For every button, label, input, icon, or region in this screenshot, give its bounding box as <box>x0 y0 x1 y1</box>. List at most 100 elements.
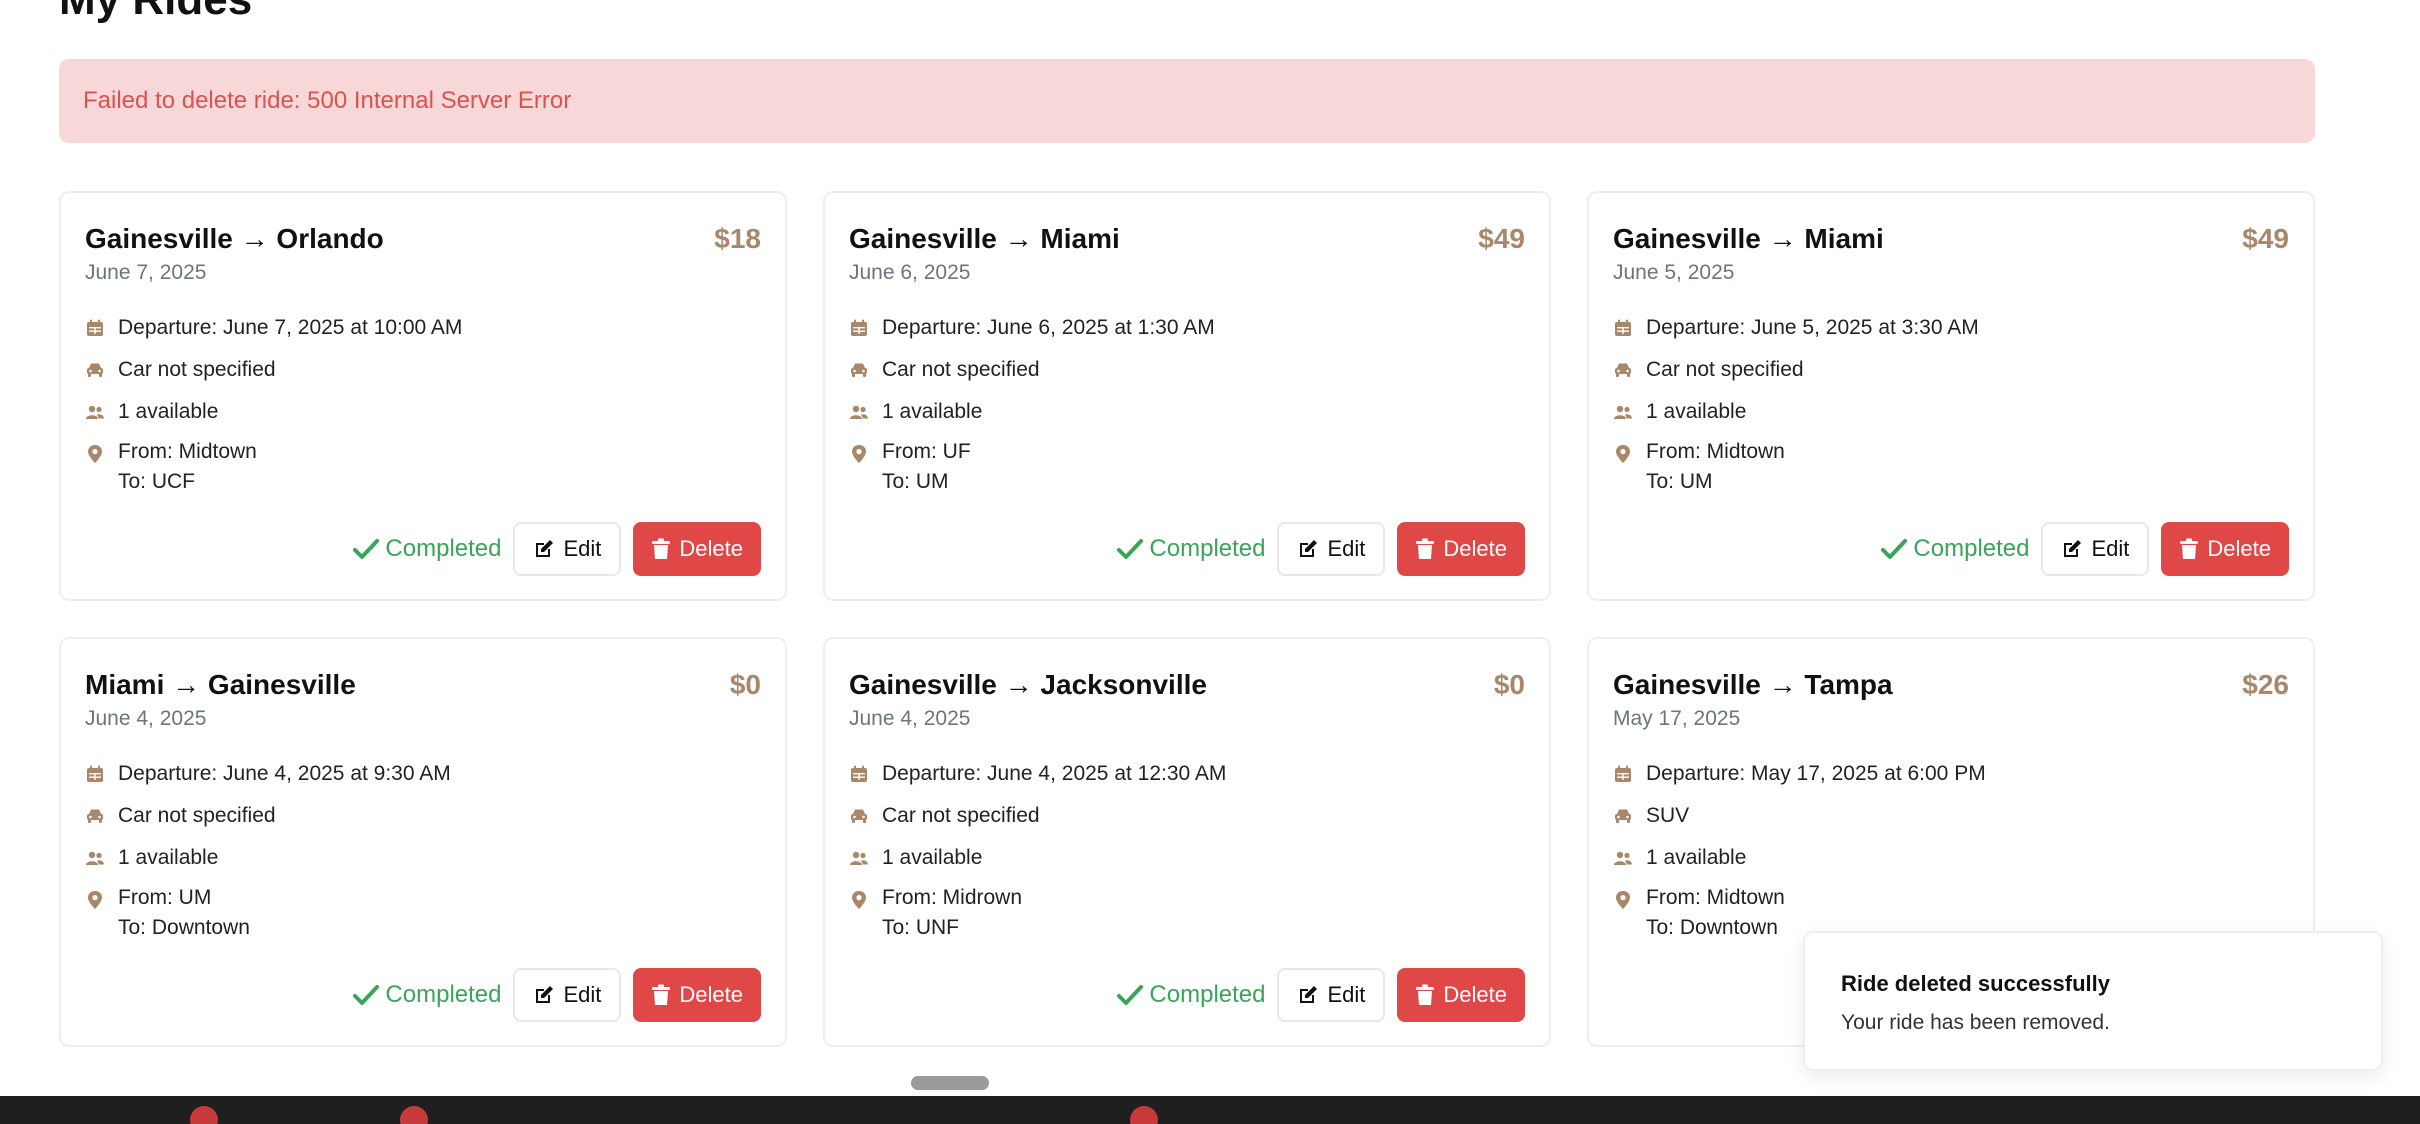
toast-title: Ride deleted successfully <box>1841 971 2110 996</box>
check-icon <box>353 985 380 1005</box>
edit-button[interactable]: Edit <box>1277 522 1386 576</box>
ride-date: June 5, 2025 <box>1613 261 1735 284</box>
ride-card: Gainesville → Jacksonville $0 June 4, 20… <box>823 637 1551 1047</box>
users-icon <box>1613 848 1633 868</box>
edit-label: Edit <box>1327 982 1366 1007</box>
delete-button[interactable]: Delete <box>633 522 761 576</box>
departure-row: Departure: June 5, 2025 at 3:30 AM <box>1613 316 1979 340</box>
card-actions: Completed Edit Delete <box>1117 522 1525 576</box>
edit-button[interactable]: Edit <box>513 522 622 576</box>
taskbar-app-icon[interactable] <box>1130 1106 1158 1124</box>
location-row: From: Midrown To: UNF <box>849 886 1022 943</box>
ride-card: Miami → Gainesville $0 June 4, 2025 Depa… <box>59 637 787 1047</box>
car-row: SUV <box>1613 804 1689 828</box>
delete-button[interactable]: Delete <box>633 968 761 1022</box>
status-badge: Completed <box>353 981 501 1009</box>
trash-icon <box>1416 538 1435 559</box>
from-text: From: Midtown <box>1646 886 1785 909</box>
check-icon <box>1117 539 1144 559</box>
users-icon <box>85 848 105 868</box>
car-icon <box>849 806 869 826</box>
ride-price: $49 <box>1478 223 1525 254</box>
departure-text: Departure: June 6, 2025 at 1:30 AM <box>882 316 1215 339</box>
car-icon <box>85 806 105 826</box>
users-icon <box>849 402 869 422</box>
calendar-icon <box>85 318 105 338</box>
ride-price: $0 <box>1493 669 1525 700</box>
ride-date: June 7, 2025 <box>85 261 207 284</box>
status-badge: Completed <box>1881 535 2029 563</box>
map-pin-icon <box>849 890 869 910</box>
location-row: From: Midtown To: Downtown <box>1613 886 1785 943</box>
from-text: From: Midtown <box>1646 440 1785 463</box>
ride-route: Gainesville → Miami <box>1613 223 1884 254</box>
seats-row: 1 available <box>85 846 218 870</box>
seats-row: 1 available <box>1613 400 1746 424</box>
location-row: From: UM To: Downtown <box>85 886 250 943</box>
check-icon <box>353 539 380 559</box>
calendar-icon <box>1613 318 1633 338</box>
location-row: From: Midtown To: UCF <box>85 440 257 497</box>
car-row: Car not specified <box>849 804 1040 828</box>
from-text: From: Midrown <box>882 886 1023 909</box>
ride-route: Gainesville → Tampa <box>1613 669 1893 700</box>
ride-card: Gainesville → Orlando $18 June 7, 2025 D… <box>59 191 787 601</box>
car-row: Car not specified <box>849 358 1040 382</box>
ride-route: Miami → Gainesville <box>85 669 356 700</box>
map-pin-icon <box>1613 890 1633 910</box>
departure-text: Departure: June 4, 2025 at 12:30 AM <box>882 762 1227 785</box>
calendar-icon <box>85 764 105 784</box>
card-actions: Completed Edit Delete <box>353 968 761 1022</box>
delete-button[interactable]: Delete <box>2161 522 2289 576</box>
to-text: To: Downtown <box>1646 916 1778 939</box>
taskbar-app-icon[interactable] <box>190 1106 218 1124</box>
seats-row: 1 available <box>1613 846 1746 870</box>
status-text: Completed <box>385 981 502 1008</box>
edit-label: Edit <box>1327 536 1366 561</box>
car-icon <box>849 360 869 380</box>
calendar-icon <box>849 764 869 784</box>
car-row: Car not specified <box>85 804 276 828</box>
edit-button[interactable]: Edit <box>2041 522 2150 576</box>
error-alert: Failed to delete ride: 500 Internal Serv… <box>59 59 2315 143</box>
trash-icon <box>1416 984 1435 1005</box>
rides-grid: Gainesville → Orlando $18 June 7, 2025 D… <box>59 191 2316 1047</box>
departure-row: Departure: June 6, 2025 at 1:30 AM <box>849 316 1215 340</box>
edit-label: Edit <box>563 982 602 1007</box>
trash-icon <box>2180 538 2199 559</box>
scroll-handle[interactable] <box>911 1076 989 1090</box>
status-text: Completed <box>1149 981 1266 1008</box>
page-title: My Rides <box>59 0 252 27</box>
delete-button[interactable]: Delete <box>1397 968 1525 1022</box>
seats-row: 1 available <box>849 400 982 424</box>
ride-route: Gainesville → Jacksonville <box>849 669 1207 700</box>
calendar-icon <box>1613 764 1633 784</box>
edit-button[interactable]: Edit <box>1277 968 1386 1022</box>
ride-route: Gainesville → Orlando <box>85 223 384 254</box>
toast-notification[interactable]: Ride deleted successfully Your ride has … <box>1803 931 2383 1071</box>
car-row: Car not specified <box>85 358 276 382</box>
departure-row: Departure: June 4, 2025 at 12:30 AM <box>849 762 1226 786</box>
seats-text: 1 available <box>882 846 983 869</box>
taskbar-app-icon[interactable] <box>400 1106 428 1124</box>
status-badge: Completed <box>1117 981 1265 1009</box>
delete-button[interactable]: Delete <box>1397 522 1525 576</box>
edit-icon <box>1300 986 1318 1003</box>
map-pin-icon <box>849 444 869 464</box>
edit-button[interactable]: Edit <box>513 968 622 1022</box>
trash-icon <box>652 984 671 1005</box>
ride-date: June 4, 2025 <box>85 707 207 730</box>
trash-icon <box>652 538 671 559</box>
seats-text: 1 available <box>1646 846 1747 869</box>
map-pin-icon <box>1613 444 1633 464</box>
edit-icon <box>536 986 554 1003</box>
departure-row: Departure: May 17, 2025 at 6:00 PM <box>1613 762 1986 786</box>
ride-card: Gainesville → Miami $49 June 6, 2025 Dep… <box>823 191 1551 601</box>
delete-label: Delete <box>679 982 743 1007</box>
delete-label: Delete <box>1443 536 1507 561</box>
ride-price: $26 <box>2242 669 2289 700</box>
status-text: Completed <box>1149 535 1266 562</box>
ride-card: Gainesville → Miami $49 June 5, 2025 Dep… <box>1587 191 2315 601</box>
taskbar <box>0 1096 2420 1124</box>
ride-route: Gainesville → Miami <box>849 223 1120 254</box>
